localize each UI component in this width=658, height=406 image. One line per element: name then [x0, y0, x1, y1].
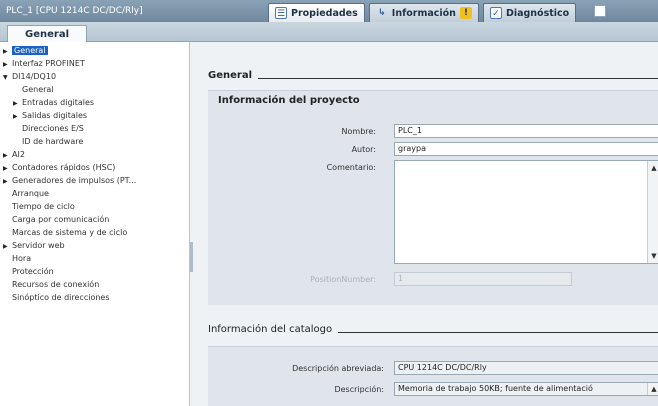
description-text: Memoria de trabajo 50KB; fuente de alime…	[398, 384, 593, 393]
tab-properties-label: Propiedades	[291, 7, 358, 19]
info-icon: ↳	[378, 8, 386, 18]
catalog-heading-text: Información del catalogo	[208, 324, 333, 335]
description-label: Descripción:	[334, 385, 384, 394]
collapsed-arrow-icon[interactable]: ▶	[3, 45, 12, 57]
inspector-title-bar: PLC_1 [CPU 1214C DC/DC/Rly] ☰ Propiedade…	[0, 0, 658, 22]
author-field[interactable]: graypa	[394, 142, 658, 156]
project-info-panel: Información del proyecto Nombre: PLC_1 A…	[208, 90, 658, 305]
nav-item[interactable]: Arranque	[0, 187, 189, 200]
nav-item-label: Tiempo de ciclo	[12, 202, 75, 211]
nav-item-label: Carga por comunicación	[12, 215, 110, 224]
nav-item[interactable]: ▶ Contadores rápidos (HSC)	[0, 161, 189, 174]
collapsed-arrow-icon[interactable]: ▶	[3, 175, 12, 187]
position-number-field: 1	[394, 272, 572, 286]
nav-item[interactable]: Recursos de conexión	[0, 278, 189, 291]
tab-diagnostics[interactable]: ✓ Diagnóstico	[482, 3, 577, 22]
properties-icon: ☰	[275, 7, 287, 19]
collapsed-arrow-icon[interactable]: ▶	[3, 162, 12, 174]
nav-item[interactable]: ID de hardware	[0, 135, 189, 148]
nav-item[interactable]: ▶ Entradas digitales	[0, 96, 189, 109]
nav-item[interactable]: Marcas de sistema y de ciclo	[0, 226, 189, 239]
nav-item-label: AI2	[12, 150, 25, 159]
general-section-heading: General	[208, 70, 658, 81]
nav-item[interactable]: ▶ Salidas digitales	[0, 109, 189, 122]
nav-item[interactable]: Direcciones E/S	[0, 122, 189, 135]
nav-item-label: Servidor web	[12, 241, 65, 250]
nav-item-label: Generadores de impulsos (PT...	[12, 176, 137, 185]
tab-information-label: Información	[391, 7, 456, 19]
general-heading-text: General	[208, 70, 252, 81]
tab-general[interactable]: General	[7, 25, 87, 43]
collapsed-arrow-icon[interactable]: ▶	[3, 240, 12, 252]
scroll-up-icon[interactable]: ▲	[649, 384, 658, 394]
nav-item-label: Marcas de sistema y de ciclo	[12, 228, 128, 237]
heading-rule	[338, 332, 658, 333]
warning-icon: !	[459, 7, 472, 19]
description-scrollbar[interactable]: ▲	[647, 383, 658, 395]
nav-item-label: Hora	[12, 254, 32, 263]
short-description-field: CPU 1214C DC/DC/Rly	[394, 361, 658, 375]
nav-item-label: General	[22, 85, 54, 94]
comment-scrollbar[interactable]: ▲ ▼	[647, 161, 658, 263]
nav-item[interactable]: ▶ General	[0, 44, 189, 57]
property-nav-tree: ▶ General ▶ Interfaz PROFINET ▼ DI14/DQ10 Gene…	[0, 42, 190, 406]
nav-item-label: Arranque	[12, 189, 49, 198]
collapsed-arrow-icon[interactable]: ▶	[13, 110, 22, 122]
tab-properties[interactable]: ☰ Propiedades	[268, 3, 365, 22]
nav-item-label: ID de hardware	[22, 137, 84, 146]
collapsed-arrow-icon[interactable]: ▶	[3, 149, 12, 161]
nav-item-label: Entradas digitales	[22, 98, 95, 107]
diagnostics-icon: ✓	[489, 7, 502, 19]
short-description-label: Descripción abreviada:	[292, 364, 384, 373]
scroll-down-icon[interactable]: ▼	[649, 251, 658, 261]
subtab-bar: General	[0, 22, 658, 43]
collapsed-arrow-icon[interactable]: ▶	[13, 97, 22, 109]
catalog-info-panel: Descripción abreviada: CPU 1214C DC/DC/R…	[208, 346, 658, 406]
nav-item-label: DI14/DQ10	[12, 72, 57, 81]
nav-item[interactable]: ▶ Interfaz PROFINET	[0, 57, 189, 70]
nav-item[interactable]: Sinóptico de direcciones	[0, 291, 189, 304]
comment-field[interactable]: ▲ ▼	[394, 160, 658, 264]
inspector-tabs: ☰ Propiedades ↳ Información ! ✓ Diagnóst…	[268, 0, 580, 22]
nav-item[interactable]: General	[0, 83, 189, 96]
collapsed-arrow-icon[interactable]: ▶	[3, 58, 12, 70]
tab-diagnostics-label: Diagnóstico	[505, 7, 570, 19]
nav-item[interactable]: ▶ Servidor web	[0, 239, 189, 252]
nav-item[interactable]: Carga por comunicación	[0, 213, 189, 226]
nav-item-label: Salidas digitales	[22, 111, 88, 120]
tab-information[interactable]: ↳ Información !	[368, 3, 479, 22]
expanded-arrow-icon[interactable]: ▼	[3, 71, 12, 83]
nav-item-label: Recursos de conexión	[12, 280, 100, 289]
nav-item[interactable]: ▶ AI2	[0, 148, 189, 161]
catalog-section-heading: Información del catalogo	[208, 324, 658, 335]
author-label: Autor:	[351, 145, 376, 154]
nav-item-label: General	[12, 46, 48, 55]
nav-item-label: Contadores rápidos (HSC)	[12, 163, 116, 172]
nav-item-label: Protección	[12, 267, 54, 276]
position-number-label: PositionNumber:	[310, 275, 376, 284]
nav-item[interactable]: Hora	[0, 252, 189, 265]
heading-rule	[258, 78, 658, 79]
nav-item-label: Direcciones E/S	[22, 124, 84, 133]
pin-icon[interactable]	[594, 5, 607, 17]
nav-item-label: Interfaz PROFINET	[12, 59, 85, 68]
nav-splitter[interactable]	[190, 42, 198, 406]
splitter-grip[interactable]	[190, 242, 193, 272]
description-field: Memoria de trabajo 50KB; fuente de alime…	[394, 382, 658, 396]
name-field[interactable]: PLC_1	[394, 124, 658, 138]
property-content: General Información del proyecto Nombre:…	[198, 42, 658, 406]
nav-item[interactable]: Protección	[0, 265, 189, 278]
nav-item-label: Sinóptico de direcciones	[12, 293, 110, 302]
nav-item[interactable]: ▼ DI14/DQ10	[0, 70, 189, 83]
comment-label: Comentario:	[326, 163, 376, 172]
project-info-title: Información del proyecto	[218, 95, 360, 106]
scroll-up-icon[interactable]: ▲	[649, 163, 658, 173]
nav-item[interactable]: Tiempo de ciclo	[0, 200, 189, 213]
nav-item[interactable]: ▶ Generadores de impulsos (PT...	[0, 174, 189, 187]
name-label: Nombre:	[341, 127, 376, 136]
window-title: PLC_1 [CPU 1214C DC/DC/Rly]	[6, 6, 143, 16]
